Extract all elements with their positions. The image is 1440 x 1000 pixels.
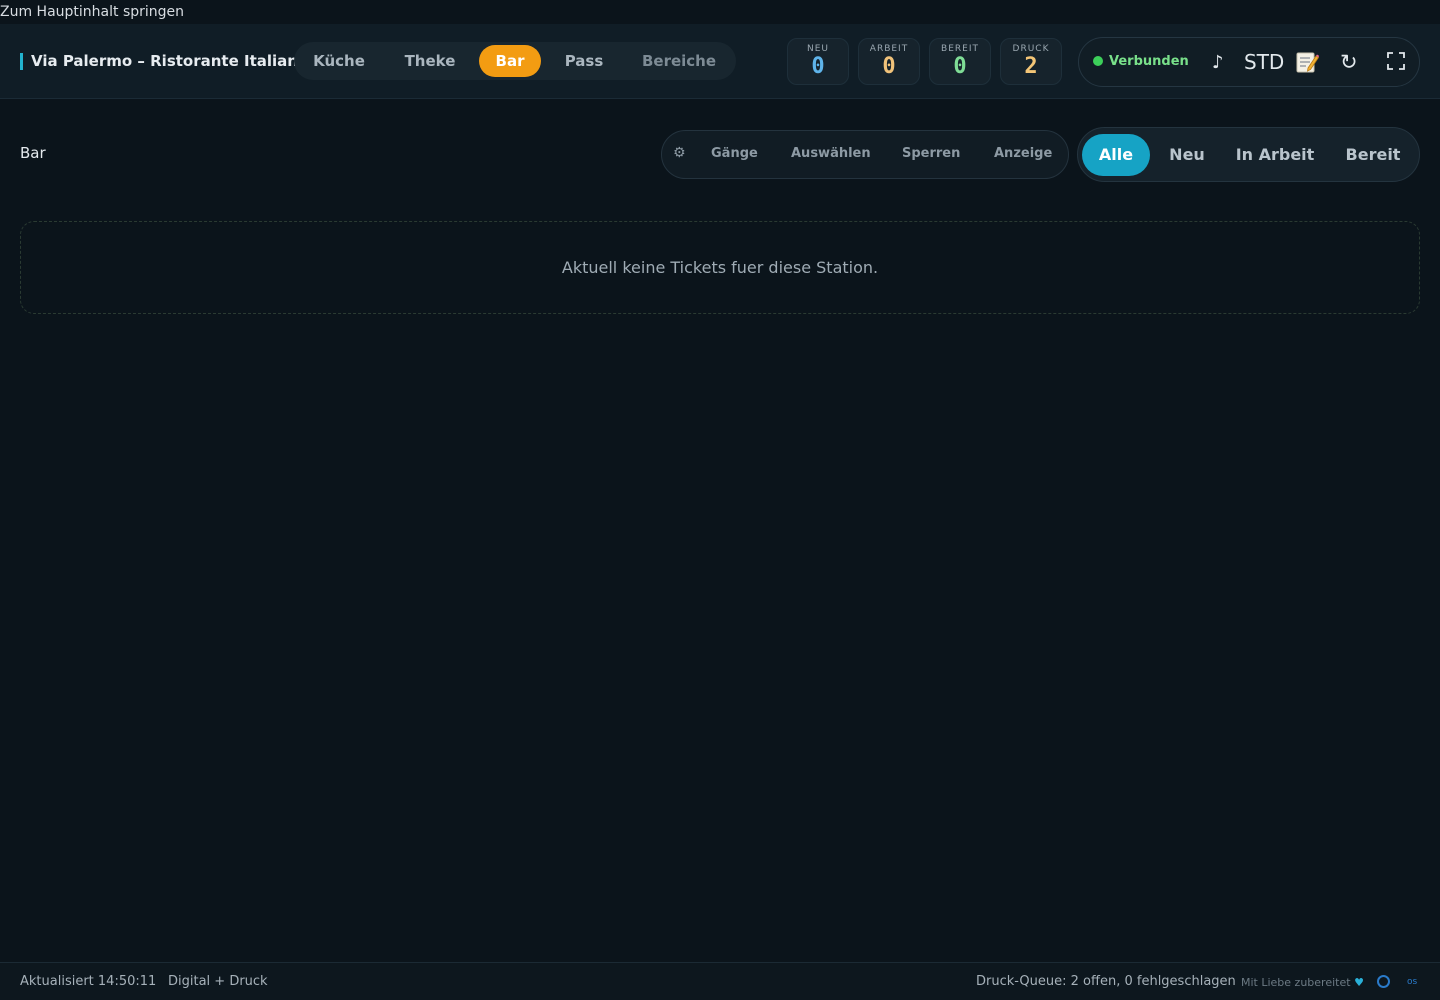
restaurant-name: Via Palermo – Ristorante Italiano: [20, 53, 308, 70]
heart-icon: ♥: [1354, 976, 1364, 989]
counter-label: ARBEIT: [869, 44, 909, 54]
mode-toggle[interactable]: STD: [1244, 50, 1284, 74]
music-note-icon[interactable]: ♪: [1212, 52, 1224, 74]
skip-to-main-link[interactable]: Zum Hauptinhalt springen: [0, 3, 184, 23]
credit-label: Mit Liebe zubereitet: [1241, 976, 1351, 989]
fullscreen-icon[interactable]: [1387, 52, 1405, 76]
station-tab-bereiche[interactable]: Bereiche: [626, 45, 732, 77]
page-title: Bar: [20, 144, 46, 162]
tool-sperren-button[interactable]: Sperren: [902, 146, 960, 162]
gear-icon[interactable]: ⚙: [673, 145, 686, 161]
print-queue-status: Druck-Queue: 2 offen, 0 fehlgeschlagen: [976, 974, 1236, 989]
empty-state-message: Aktuell keine Tickets fuer diese Station…: [20, 221, 1420, 314]
connection-label: Verbunden: [1109, 54, 1189, 69]
status-filter: Alle Neu In Arbeit Bereit: [1077, 127, 1420, 182]
station-tools: ⚙ Gänge Auswählen Sperren Anzeige: [661, 130, 1069, 179]
counter-neu: NEU 0: [787, 38, 849, 85]
last-updated: Aktualisiert 14:50:11: [20, 974, 157, 989]
credit-text: Mit Liebe zubereitet ♥: [1241, 975, 1364, 991]
refresh-icon[interactable]: ↻: [1340, 51, 1358, 73]
memo-icon[interactable]: [1295, 50, 1320, 74]
counter-value: 0: [953, 54, 967, 79]
counter-arbeit: ARBEIT 0: [858, 38, 920, 85]
counter-value: 0: [882, 54, 896, 79]
filter-neu[interactable]: Neu: [1156, 134, 1218, 176]
counter-value: 2: [1024, 54, 1038, 79]
filter-bereit[interactable]: Bereit: [1332, 134, 1414, 176]
filter-in-arbeit[interactable]: In Arbeit: [1224, 134, 1326, 176]
station-nav: Küche Theke Bar Pass Bereiche: [294, 42, 736, 80]
app-header: Via Palermo – Ristorante Italiano Küche …: [0, 24, 1440, 99]
counter-value: 0: [811, 54, 825, 79]
connection-status: Verbunden: [1093, 54, 1189, 70]
counter-label: DRUCK: [1012, 44, 1050, 54]
counter-label: NEU: [806, 44, 829, 54]
station-tab-kueche[interactable]: Küche: [297, 45, 381, 77]
counter-label: BEREIT: [941, 44, 979, 54]
counter-bereit: BEREIT 0: [929, 38, 991, 85]
status-controls: Verbunden ♪ STD ↻: [1078, 37, 1420, 87]
filter-alle[interactable]: Alle: [1082, 134, 1150, 176]
status-dot-icon: [1093, 56, 1103, 66]
tool-anzeige-button[interactable]: Anzeige: [994, 146, 1052, 162]
tool-auswaehlen-button[interactable]: Auswählen: [791, 146, 871, 162]
circle-icon[interactable]: [1377, 975, 1390, 988]
counter-druck: DRUCK 2: [1000, 38, 1062, 85]
status-footer: Aktualisiert 14:50:11 Digital + Druck Dr…: [0, 962, 1440, 1000]
station-tab-bar[interactable]: Bar: [479, 45, 541, 77]
station-tab-theke[interactable]: Theke: [384, 45, 476, 77]
os-label: os: [1407, 977, 1418, 987]
station-tab-pass[interactable]: Pass: [546, 45, 622, 77]
output-mode: Digital + Druck: [168, 974, 268, 989]
tool-gaenge-button[interactable]: Gänge: [711, 146, 758, 162]
